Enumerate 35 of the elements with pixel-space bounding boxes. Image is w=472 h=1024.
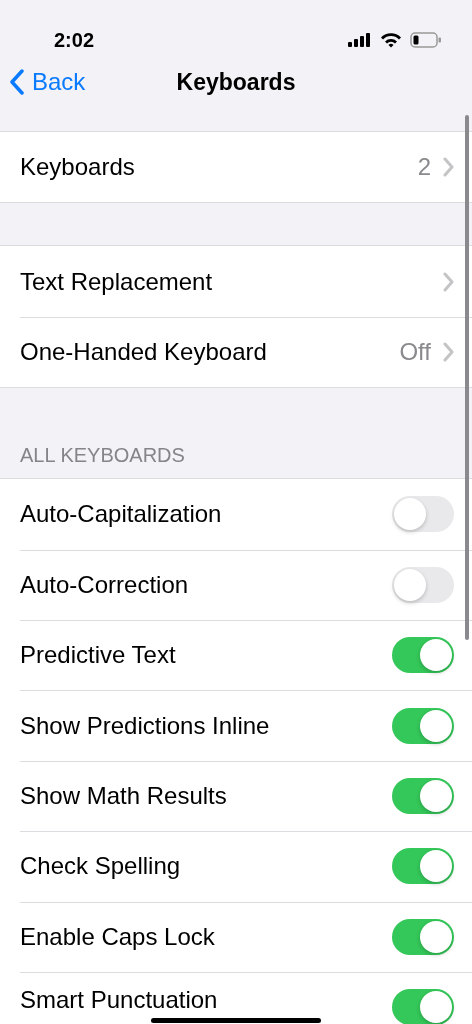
toggle-switch[interactable]: [392, 989, 454, 1024]
setting-label: One-Handed Keyboard: [20, 336, 267, 367]
status-time: 2:02: [54, 28, 95, 53]
wifi-icon: [380, 32, 402, 48]
toggle-switch[interactable]: [392, 496, 454, 533]
toggle-switch[interactable]: [392, 637, 454, 674]
setting-label: Smart Punctuation: [20, 985, 218, 1016]
setting-label: Show Predictions Inline: [20, 710, 270, 741]
chevron-right-icon: [443, 271, 454, 292]
chevron-right-icon: [443, 157, 454, 178]
setting-value: Off: [399, 336, 431, 367]
setting-value: 2: [417, 152, 431, 183]
setting-label: Check Spelling: [20, 851, 181, 882]
chevron-right-icon: [443, 341, 454, 362]
toggle-switch[interactable]: [392, 848, 454, 885]
toggle-switch[interactable]: [392, 707, 454, 744]
settings-row[interactable]: Keyboards 2: [0, 132, 472, 203]
setting-label: Keyboards: [20, 152, 135, 183]
setting-label: Text Replacement: [20, 266, 213, 297]
toggle-switch[interactable]: [392, 566, 454, 603]
settings-row[interactable]: One-Handed Keyboard Off: [0, 316, 472, 388]
page-title: Keyboards: [176, 69, 296, 95]
battery-icon: [410, 32, 442, 48]
setting-label: Auto-Capitalization: [20, 499, 222, 530]
chevron-left-icon: [10, 69, 24, 95]
setting-label: Show Math Results: [20, 780, 227, 811]
toggle-switch[interactable]: [392, 777, 454, 814]
settings-row[interactable]: Text Replacement: [0, 246, 472, 317]
toggle-switch[interactable]: [392, 918, 454, 955]
section-header: ALL KEYBOARDS: [20, 444, 185, 467]
setting-label: Predictive Text: [20, 640, 176, 671]
setting-label: Enable Caps Lock: [20, 921, 215, 952]
signal-icon: [348, 33, 372, 47]
setting-label: Auto-Correction: [20, 569, 189, 600]
back-button[interactable]: Back: [10, 64, 86, 100]
